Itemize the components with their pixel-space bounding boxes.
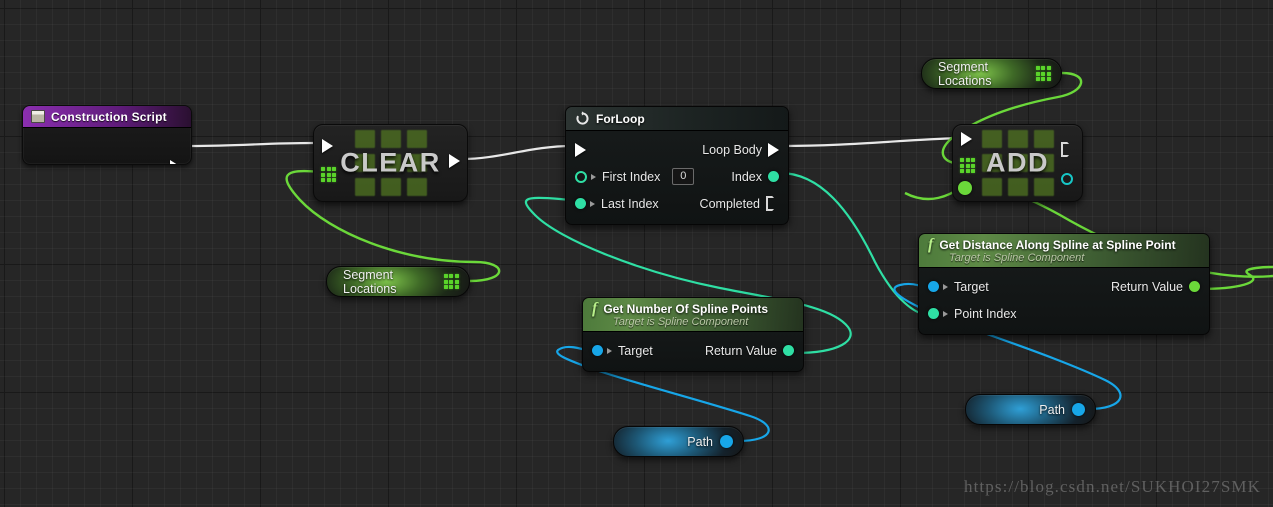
- function-icon: f: [928, 236, 934, 253]
- get-distance-target-pin[interactable]: [928, 281, 939, 292]
- for-loop-completed-label: Completed: [699, 196, 760, 211]
- blueprint-graph-canvas[interactable]: Construction Script CLEAR ForLoop Loop B…: [0, 0, 1273, 507]
- row-target-return: Target Return Value: [583, 337, 803, 364]
- add-array-in-pin[interactable]: [960, 158, 976, 174]
- add-exec-in-pin[interactable]: [961, 132, 972, 146]
- clear-title: CLEAR: [340, 147, 441, 178]
- segment-locations-mid-array-pin[interactable]: [443, 273, 459, 290]
- node-get-number-of-spline-points[interactable]: f Get Number Of Spline Points Target is …: [582, 297, 804, 372]
- add-return-index-pin[interactable]: [1061, 173, 1073, 185]
- get-distance-header: f Get Distance Along Spline at Spline Po…: [919, 234, 1209, 268]
- script-icon: [31, 110, 45, 123]
- function-icon: f: [592, 300, 598, 317]
- for-loop-title: ForLoop: [596, 111, 645, 126]
- target-arrow-icon: [943, 283, 948, 290]
- segment-locations-top-array-pin[interactable]: [1035, 65, 1051, 82]
- node-path-lower[interactable]: Path: [613, 426, 744, 457]
- point-index-arrow-icon: [943, 310, 948, 317]
- get-distance-point-index-pin[interactable]: [928, 308, 939, 319]
- node-for-loop[interactable]: ForLoop Loop Body First Index 0 Index La…: [565, 106, 789, 225]
- for-loop-index-pin[interactable]: [768, 171, 779, 182]
- loop-icon: [575, 111, 590, 126]
- get-distance-point-index-label: Point Index: [954, 306, 1017, 321]
- get-number-of-spline-points-body: Target Return Value: [583, 332, 803, 371]
- construction-script-body: [23, 128, 191, 164]
- add-item-in-pin[interactable]: [958, 181, 972, 195]
- add-exec-out-pin[interactable]: [1061, 142, 1074, 157]
- for-loop-row-first-index: First Index 0 Index: [566, 163, 788, 190]
- clear-exec-in-pin[interactable]: [322, 139, 333, 153]
- row-target-return: Target Return Value: [919, 273, 1209, 300]
- get-distance-title: Get Distance Along Spline at Spline Poin…: [939, 238, 1176, 252]
- get-number-of-spline-points-title: Get Number Of Spline Points: [603, 302, 769, 316]
- construction-script-exec-out-pin[interactable]: [170, 160, 181, 164]
- target-arrow-icon: [607, 347, 612, 354]
- get-distance-target-label: Target: [954, 279, 989, 294]
- get-number-return-value-label: Return Value: [704, 343, 777, 358]
- for-loop-exec-in-pin[interactable]: [575, 142, 586, 157]
- for-loop-loop-body-pin[interactable]: [768, 142, 779, 157]
- for-loop-last-index-label: Last Index: [601, 196, 659, 211]
- path-lower-object-pin[interactable]: [720, 435, 733, 448]
- get-number-target-pin[interactable]: [592, 345, 603, 356]
- for-loop-header: ForLoop: [566, 107, 788, 131]
- get-number-of-spline-points-header: f Get Number Of Spline Points Target is …: [583, 298, 803, 332]
- node-segment-locations-mid[interactable]: Segment Locations: [326, 266, 470, 297]
- for-loop-first-index-pin[interactable]: [575, 170, 587, 183]
- for-loop-completed-pin[interactable]: [766, 196, 779, 211]
- get-distance-return-value-pin[interactable]: [1189, 281, 1200, 292]
- get-distance-return-value-label: Return Value: [1110, 279, 1183, 294]
- for-loop-row-exec: Loop Body: [566, 136, 788, 163]
- clear-array-in-pin[interactable]: [321, 167, 337, 183]
- path-right-label: Path: [1039, 402, 1065, 417]
- for-loop-first-index-value[interactable]: 0: [672, 168, 695, 185]
- path-right-object-pin[interactable]: [1072, 403, 1085, 416]
- construction-script-header: Construction Script: [23, 106, 191, 128]
- node-construction-script[interactable]: Construction Script: [22, 105, 192, 165]
- path-lower-label: Path: [687, 434, 713, 449]
- for-loop-loop-body-label: Loop Body: [702, 142, 762, 157]
- last-index-arrow-icon: [590, 200, 595, 207]
- for-loop-row-last-index: Last Index Completed: [566, 190, 788, 217]
- segment-locations-top-label: Segment Locations: [938, 59, 992, 88]
- get-number-target-label: Target: [618, 343, 653, 358]
- node-segment-locations-top[interactable]: Segment Locations: [921, 58, 1062, 89]
- node-path-right[interactable]: Path: [965, 394, 1096, 425]
- get-distance-subtitle: Target is Spline Component: [949, 252, 1085, 264]
- for-loop-last-index-pin[interactable]: [575, 198, 586, 209]
- for-loop-body: Loop Body First Index 0 Index Last Index…: [566, 131, 788, 224]
- construction-script-title: Construction Script: [51, 109, 167, 124]
- segment-locations-mid-label: Segment Locations: [343, 267, 397, 296]
- watermark-text: https://blog.csdn.net/SUKHOI27SMK: [964, 477, 1261, 496]
- node-add[interactable]: ADD: [952, 124, 1083, 202]
- for-loop-first-index-label: First Index: [602, 169, 661, 184]
- for-loop-index-label: Index: [731, 169, 762, 184]
- node-clear[interactable]: CLEAR: [313, 124, 468, 202]
- node-get-distance-along-spline-at-spline-point[interactable]: f Get Distance Along Spline at Spline Po…: [918, 233, 1210, 335]
- get-number-of-spline-points-subtitle: Target is Spline Component: [613, 316, 749, 328]
- clear-exec-out-pin[interactable]: [449, 154, 460, 168]
- get-distance-body: Target Return Value Point Index: [919, 268, 1209, 334]
- first-index-arrow-icon: [591, 173, 596, 180]
- get-number-return-value-pin[interactable]: [783, 345, 794, 356]
- row-point-index: Point Index: [919, 300, 1209, 327]
